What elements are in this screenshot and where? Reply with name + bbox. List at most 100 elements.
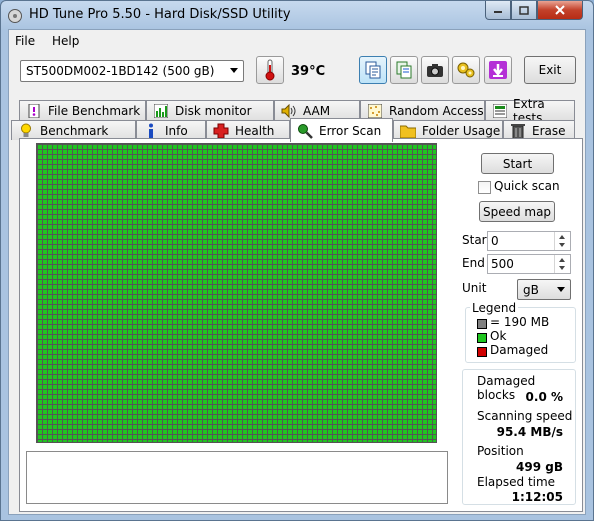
tab-file-benchmark[interactable]: File Benchmark	[19, 100, 146, 120]
quick-scan-checkbox[interactable]	[478, 181, 491, 194]
scan-log-area[interactable]	[26, 451, 448, 504]
temperature-button[interactable]	[256, 56, 284, 84]
menu-help-label: Help	[52, 34, 80, 48]
extra-tests-icon	[492, 103, 507, 119]
start-scan-button-label: Start	[502, 156, 533, 171]
menu-help[interactable]: Help	[52, 34, 79, 48]
tab-aam[interactable]: AAM	[274, 100, 360, 120]
start-field[interactable]: 0	[487, 231, 571, 251]
title-bar[interactable]: HD Tune Pro 5.50 - Hard Disk/SSD Utility	[1, 1, 593, 29]
tab-health[interactable]: Health	[206, 120, 290, 140]
tab-error-scan[interactable]: Error Scan	[290, 118, 393, 142]
tab-benchmark[interactable]: Benchmark	[11, 120, 136, 140]
chevron-down-icon	[557, 287, 565, 292]
tab-random-access[interactable]: Random Access	[360, 100, 485, 120]
spin-down-icon	[559, 243, 565, 247]
save-button[interactable]	[484, 56, 512, 84]
maximize-button[interactable]	[511, 1, 537, 20]
speed-map-button[interactable]: Speed map	[479, 201, 555, 222]
unit-select[interactable]: gB	[517, 279, 571, 300]
drive-select[interactable]: ST500DM002-1BD142 (500 gB)	[20, 60, 244, 82]
scan-stats-box: Damaged blocks 0.0 % Scanning speed 95.4…	[462, 369, 576, 505]
options-button[interactable]	[452, 56, 480, 84]
tab-extra-tests[interactable]: Extra tests	[485, 97, 575, 125]
lightbulb-icon	[18, 123, 34, 139]
tab-random-access-label: Random Access	[389, 103, 484, 118]
tab-strip: File Benchmark Disk monitor AAM Random A…	[9, 96, 585, 142]
exit-button-label: Exit	[538, 63, 562, 77]
random-access-icon	[367, 103, 383, 119]
tab-error-scan-label: Error Scan	[319, 123, 382, 138]
settings-icon	[457, 62, 475, 78]
window-title: HD Tune Pro 5.50 - Hard Disk/SSD Utility	[29, 7, 291, 22]
menu-file[interactable]: File	[15, 34, 35, 48]
start-field-value: 0	[491, 234, 499, 248]
spin-down-icon	[559, 266, 565, 270]
position-value: 499 gB	[516, 460, 563, 474]
scanning-speed-label: Scanning speed	[477, 409, 573, 423]
start-spinner[interactable]	[554, 232, 570, 250]
legend-box: Legend = 190 MB Ok Damaged	[465, 301, 576, 363]
start-scan-button[interactable]: Start	[481, 153, 554, 174]
close-icon	[555, 5, 565, 15]
minimize-button[interactable]	[485, 1, 511, 20]
unit-select-value: gB	[523, 283, 539, 297]
app-window: HD Tune Pro 5.50 - Hard Disk/SSD Utility…	[0, 0, 594, 521]
end-field[interactable]: 500	[487, 254, 571, 274]
legend-ok-label: Ok	[490, 329, 507, 343]
copy-text-icon	[396, 61, 412, 79]
folder-icon	[400, 123, 416, 139]
tab-folder-usage-label: Folder Usage	[422, 123, 501, 138]
legend-title: Legend	[470, 301, 519, 315]
exit-button[interactable]: Exit	[524, 56, 576, 84]
client-area: File Help ST500DM002-1BD142 (500 gB) 39°…	[8, 29, 586, 515]
legend-damaged-label: Damaged	[490, 343, 549, 357]
tab-disk-monitor[interactable]: Disk monitor	[146, 100, 274, 120]
tab-file-benchmark-label: File Benchmark	[48, 103, 141, 118]
app-icon	[7, 8, 23, 24]
menu-bar: File Help	[9, 30, 585, 52]
info-icon	[143, 123, 159, 139]
camera-icon	[427, 64, 443, 77]
tab-erase-label: Erase	[532, 123, 566, 138]
position-label: Position	[477, 444, 524, 458]
tab-disk-monitor-label: Disk monitor	[175, 103, 252, 118]
tab-info[interactable]: Info	[136, 120, 206, 140]
health-cross-icon	[213, 123, 229, 139]
speaker-icon	[281, 103, 297, 119]
quick-scan-label: Quick scan	[494, 179, 560, 193]
thermometer-icon	[265, 59, 275, 81]
toolbar: ST500DM002-1BD142 (500 gB) 39°C Exit	[9, 52, 585, 94]
tab-erase[interactable]: Erase	[503, 120, 575, 140]
error-scan-panel: Start Quick scan Speed map Start 0 End 5…	[19, 138, 583, 512]
end-field-label: End	[462, 256, 485, 270]
copy-icon	[365, 61, 381, 79]
speed-map-button-label: Speed map	[482, 204, 552, 219]
tab-benchmark-label: Benchmark	[40, 123, 109, 138]
menu-file-label: File	[15, 34, 36, 48]
damaged-blocks-value: 0.0 %	[525, 390, 563, 404]
legend-block-size: = 190 MB	[490, 315, 550, 329]
magnifier-icon	[297, 123, 313, 139]
spin-up-icon	[559, 258, 565, 262]
screenshot-button[interactable]	[421, 56, 449, 84]
legend-damaged-swatch	[477, 347, 487, 357]
copy-text-button[interactable]	[390, 56, 418, 84]
legend-block-swatch	[477, 319, 487, 329]
close-button[interactable]	[537, 1, 583, 20]
tab-folder-usage[interactable]: Folder Usage	[393, 120, 503, 140]
end-field-value: 500	[491, 257, 514, 271]
tab-aam-label: AAM	[303, 103, 331, 118]
disk-monitor-icon	[153, 103, 169, 119]
elapsed-time-value: 1:12:05	[511, 490, 563, 504]
drive-select-value: ST500DM002-1BD142 (500 gB)	[26, 64, 215, 78]
copy-button[interactable]	[359, 56, 387, 84]
download-icon	[489, 61, 507, 79]
temperature-display: 39°C	[291, 64, 325, 79]
tab-info-label: Info	[165, 123, 188, 138]
tab-health-label: Health	[235, 123, 275, 138]
end-spinner[interactable]	[554, 255, 570, 273]
temperature-value: 39	[291, 64, 310, 79]
error-scan-block-map	[36, 143, 437, 443]
temperature-unit: °C	[309, 64, 326, 79]
